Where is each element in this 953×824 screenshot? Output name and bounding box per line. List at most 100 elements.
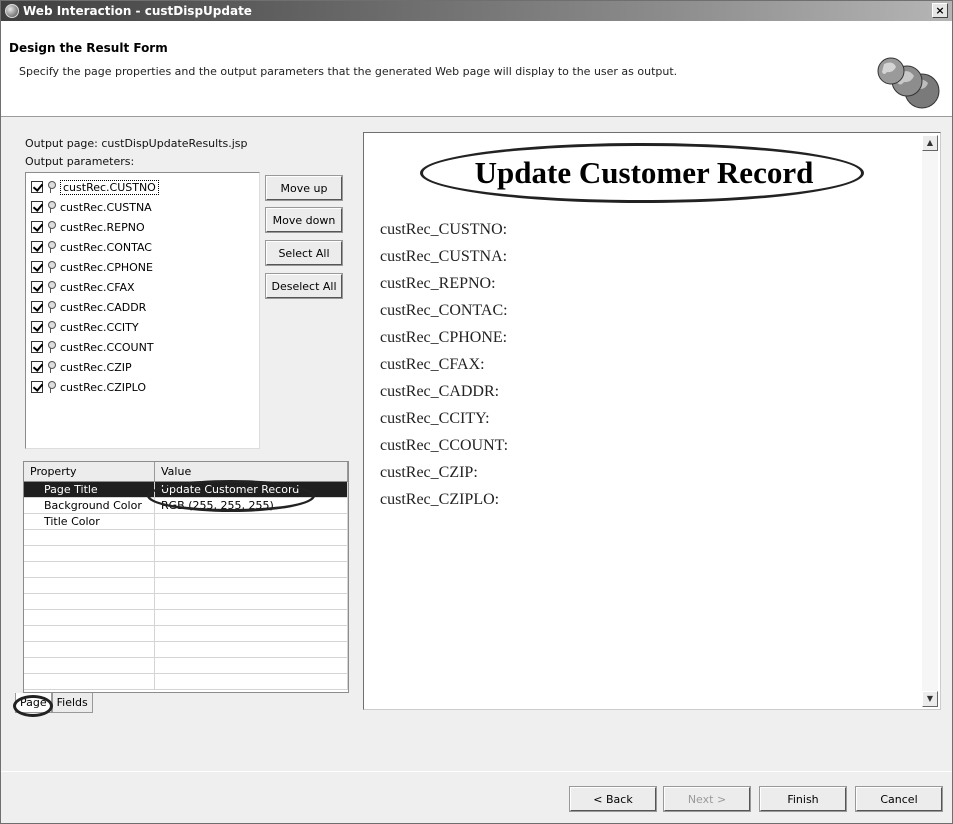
empty-row [24, 562, 348, 578]
next-button[interactable]: Next > [663, 786, 751, 812]
empty-row [24, 642, 348, 658]
empty-row [24, 594, 348, 610]
wizard-window: Web Interaction - custDispUpdate × Desig… [0, 0, 953, 824]
highlight-oval-page-tab [13, 695, 53, 717]
cancel-button[interactable]: Cancel [855, 786, 943, 812]
parameter-icon [46, 341, 56, 353]
checkbox-checked-icon[interactable] [31, 201, 43, 213]
empty-row [24, 578, 348, 594]
param-item[interactable]: custRec.CZIPLO [26, 377, 259, 397]
empty-row [24, 530, 348, 546]
param-label: custRec.CZIPLO [60, 380, 147, 394]
property-name: Background Color [24, 498, 155, 513]
empty-row [24, 546, 348, 562]
empty-row [24, 610, 348, 626]
param-item[interactable]: custRec.CPHONE [26, 257, 259, 277]
move-down-button[interactable]: Move down [265, 207, 343, 233]
parameter-icon [46, 321, 56, 333]
property-name: Page Title [24, 482, 155, 497]
checkbox-checked-icon[interactable] [31, 301, 43, 313]
preview-field: custRec_CCOUNT: [380, 437, 509, 454]
param-label: custRec.CADDR [60, 300, 147, 314]
wizard-header: Design the Result Form Specify the page … [1, 21, 952, 117]
value-column-header[interactable]: Value [155, 462, 348, 481]
parameter-icon [46, 301, 56, 313]
preview-field: custRec_CCITY: [380, 410, 490, 427]
parameter-icon [46, 281, 56, 293]
output-parameters-list[interactable]: custRec.CUSTNO custRec.CUSTNA custRec.RE… [25, 172, 260, 449]
checkbox-checked-icon[interactable] [31, 341, 43, 353]
parameter-icon [46, 241, 56, 253]
page-title: Design the Result Form [9, 41, 168, 55]
empty-row [24, 658, 348, 674]
param-label: custRec.CONTAC [60, 240, 152, 254]
web-interaction-icon [5, 4, 19, 18]
checkbox-checked-icon[interactable] [31, 281, 43, 293]
parameter-icon [46, 361, 56, 373]
param-label: custRec.CUSTNO [60, 179, 159, 195]
param-item[interactable]: custRec.CUSTNA [26, 197, 259, 217]
globe-icon [877, 57, 940, 109]
param-item[interactable]: custRec.CCOUNT [26, 337, 259, 357]
finish-button[interactable]: Finish [759, 786, 847, 812]
property-value[interactable] [155, 514, 348, 529]
param-item[interactable]: custRec.CFAX [26, 277, 259, 297]
scroll-down-icon[interactable]: ▼ [922, 691, 938, 707]
param-item[interactable]: custRec.CUSTNO [26, 177, 259, 197]
preview-field: custRec_CZIP: [380, 464, 478, 481]
checkbox-checked-icon[interactable] [31, 321, 43, 333]
preview-field: custRec_CADDR: [380, 383, 500, 400]
checkbox-checked-icon[interactable] [31, 261, 43, 273]
parameter-icon [46, 261, 56, 273]
output-page-label: Output page: custDispUpdateResults.jsp [25, 137, 248, 150]
preview-field: custRec_REPNO: [380, 275, 496, 292]
param-item[interactable]: custRec.REPNO [26, 217, 259, 237]
checkbox-checked-icon[interactable] [31, 361, 43, 373]
preview-scrollbar[interactable]: ▲ ▼ [922, 135, 938, 707]
parameter-icon [46, 381, 56, 393]
page-description: Specify the page properties and the outp… [19, 65, 678, 78]
window-title: Web Interaction - custDispUpdate [23, 4, 252, 18]
param-label: custRec.CFAX [60, 280, 135, 294]
parameter-icon [46, 201, 56, 213]
properties-header: Property Value [24, 462, 348, 482]
property-name: Title Color [24, 514, 155, 529]
select-all-button[interactable]: Select All [265, 240, 343, 266]
param-item[interactable]: custRec.CZIP [26, 357, 259, 377]
checkbox-checked-icon[interactable] [31, 241, 43, 253]
move-up-button[interactable]: Move up [265, 175, 343, 201]
empty-row [24, 626, 348, 642]
footer-separator [1, 771, 952, 772]
param-item[interactable]: custRec.CONTAC [26, 237, 259, 257]
property-column-header[interactable]: Property [24, 462, 155, 481]
param-item[interactable]: custRec.CADDR [26, 297, 259, 317]
checkbox-checked-icon[interactable] [31, 381, 43, 393]
parameter-icon [46, 221, 56, 233]
highlight-oval-page-title [147, 480, 315, 512]
preview-field: custRec_CFAX: [380, 356, 485, 373]
param-item[interactable]: custRec.CCITY [26, 317, 259, 337]
tab-fields[interactable]: Fields [51, 693, 93, 713]
output-parameters-label: Output parameters: [25, 155, 135, 168]
param-label: custRec.CUSTNA [60, 200, 152, 214]
title-bar: Web Interaction - custDispUpdate × [1, 1, 952, 21]
param-label: custRec.REPNO [60, 220, 145, 234]
preview-field: custRec_CUSTNO: [380, 221, 508, 238]
param-label: custRec.CCOUNT [60, 340, 154, 354]
preview-field: custRec_CZIPLO: [380, 491, 500, 508]
parameter-icon [46, 181, 56, 193]
deselect-all-button[interactable]: Deselect All [265, 273, 343, 299]
param-label: custRec.CPHONE [60, 260, 153, 274]
empty-row [24, 674, 348, 690]
property-row-title-color[interactable]: Title Color [24, 514, 348, 530]
scroll-up-icon[interactable]: ▲ [922, 135, 938, 151]
checkbox-checked-icon[interactable] [31, 181, 43, 193]
checkbox-checked-icon[interactable] [31, 221, 43, 233]
param-label: custRec.CZIP [60, 360, 132, 374]
close-button[interactable]: × [932, 3, 948, 18]
preview-field: custRec_CPHONE: [380, 329, 508, 346]
preview-field: custRec_CUSTNA: [380, 248, 508, 265]
highlight-oval-preview-title [420, 143, 864, 203]
preview-field: custRec_CONTAC: [380, 302, 508, 319]
back-button[interactable]: < Back [569, 786, 657, 812]
